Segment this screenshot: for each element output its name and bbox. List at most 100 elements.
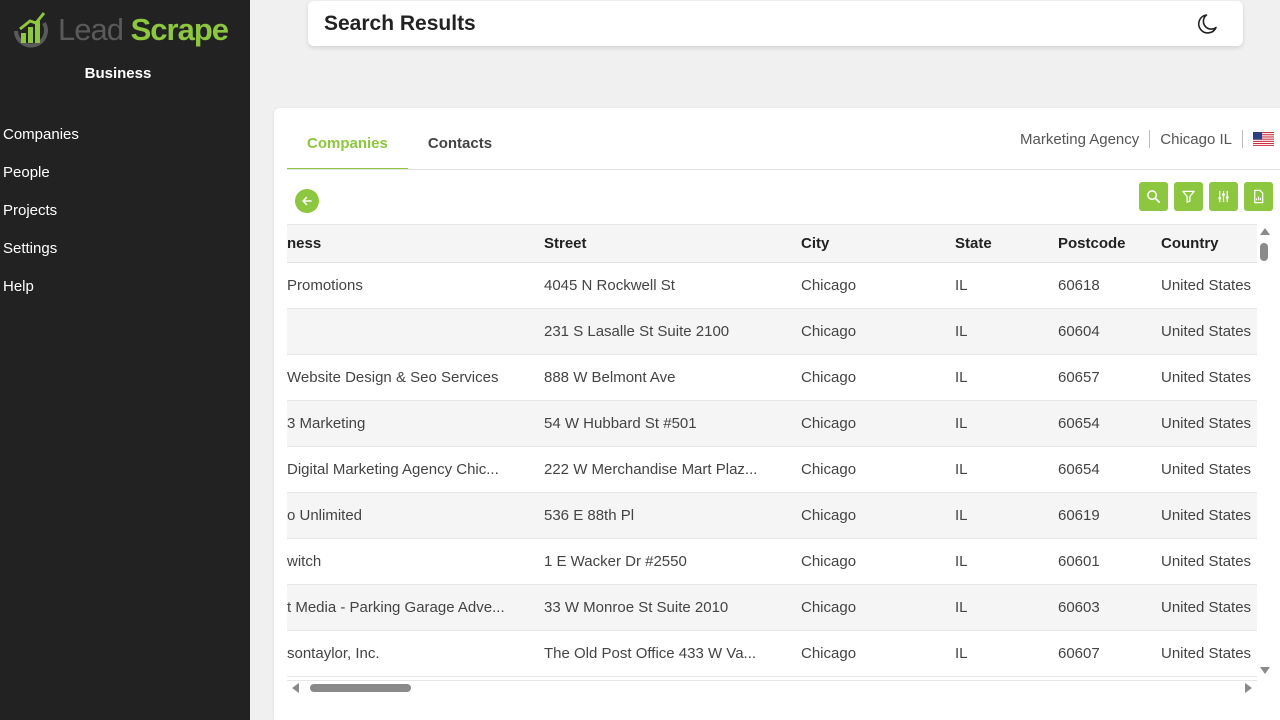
cell-state: IL: [955, 553, 968, 570]
column-header-city[interactable]: City: [801, 225, 941, 263]
search-button[interactable]: [1139, 182, 1168, 211]
sidebar-item-settings[interactable]: Settings: [0, 238, 250, 276]
cell-postcode: 60601: [1058, 553, 1100, 570]
tab-companies[interactable]: Companies: [287, 126, 408, 170]
table-row[interactable]: t Media - Parking Garage Adve... 33 W Mo…: [287, 585, 1257, 631]
result-tabs: Companies Contacts: [287, 126, 512, 170]
cell-country: United States: [1161, 553, 1252, 570]
logo-chart-icon: [14, 12, 48, 48]
cell-postcode: 60657: [1058, 369, 1100, 386]
cell-city: Chicago: [801, 415, 857, 432]
cell-city: Chicago: [801, 645, 857, 662]
results-table: ness Street City State Postcode Country …: [287, 224, 1257, 680]
column-header-postcode[interactable]: Postcode: [1058, 225, 1148, 263]
cell-business: witch: [287, 553, 322, 570]
table-row[interactable]: 231 S Lasalle St Suite 2100 Chicago IL 6…: [287, 309, 1257, 355]
table-row[interactable]: 3 Marketing 54 W Hubbard St #501 Chicago…: [287, 401, 1257, 447]
table-row[interactable]: sontaylor, Inc. The Old Post Office 433 …: [287, 631, 1257, 677]
filter-button[interactable]: [1174, 182, 1203, 211]
cell-street: 54 W Hubbard St #501: [544, 415, 697, 432]
columns-button[interactable]: [1209, 182, 1238, 211]
cell-business: [287, 309, 527, 355]
cell-state: IL: [955, 599, 968, 616]
tab-contacts[interactable]: Contacts: [408, 126, 512, 170]
logo-lead-text: Lead: [58, 12, 124, 47]
cell-street: 33 W Monroe St Suite 2010: [544, 599, 729, 616]
cell-city: Chicago: [801, 461, 857, 478]
horizontal-scrollbar[interactable]: [287, 680, 1257, 694]
us-flag-icon: [1253, 132, 1274, 146]
cell-business: t Media - Parking Garage Adve...: [287, 599, 505, 616]
cell-country: United States: [1161, 645, 1252, 662]
cell-street: 536 E 88th Pl: [544, 507, 635, 524]
table-row[interactable]: Website Design & Seo Services 888 W Belm…: [287, 355, 1257, 401]
cell-postcode: 60619: [1058, 507, 1100, 524]
sidebar-item-help[interactable]: Help: [0, 276, 250, 314]
cell-street: 222 W Merchandise Mart Plaz...: [544, 461, 758, 478]
table-row[interactable]: witch 1 E Wacker Dr #2550 Chicago IL 606…: [287, 539, 1257, 585]
criteria-divider: [1149, 130, 1151, 148]
cell-street: 888 W Belmont Ave: [544, 369, 676, 386]
sidebar: Lead Scrape Business Companies People Pr…: [0, 0, 250, 720]
page-title: Search Results: [324, 12, 476, 35]
cell-city: Chicago: [801, 507, 857, 524]
cell-state: IL: [955, 645, 968, 662]
sidebar-item-people[interactable]: People: [0, 162, 250, 200]
column-header-street[interactable]: Street: [544, 225, 774, 263]
criteria-location: Chicago IL: [1160, 130, 1232, 148]
cell-street: 231 S Lasalle St Suite 2100: [544, 323, 730, 340]
cell-postcode: 60654: [1058, 415, 1100, 432]
column-header-state[interactable]: State: [955, 225, 1045, 263]
vertical-scrollbar[interactable]: [1257, 224, 1271, 680]
cell-postcode: 60604: [1058, 323, 1100, 340]
table-header: ness Street City State Postcode Country: [287, 225, 1257, 263]
sidebar-nav: Companies People Projects Settings Help: [0, 124, 250, 314]
cell-state: IL: [955, 323, 968, 340]
back-button[interactable]: [295, 189, 319, 213]
cell-country: United States: [1161, 277, 1252, 294]
cell-business: o Unlimited: [287, 507, 363, 524]
scroll-down-icon[interactable]: [1260, 667, 1270, 674]
search-icon: [1147, 190, 1160, 203]
arrow-left-icon: [302, 196, 312, 206]
horizontal-scroll-thumb[interactable]: [310, 684, 411, 692]
sidebar-item-projects[interactable]: Projects: [0, 200, 250, 238]
cell-country: United States: [1161, 599, 1252, 616]
results-panel: Companies Contacts Marketing Agency Chic…: [274, 108, 1280, 720]
cell-city: Chicago: [801, 277, 857, 294]
search-criteria: Marketing Agency Chicago IL: [1020, 130, 1274, 148]
tabs-divider: [287, 169, 1280, 170]
column-header-country[interactable]: Country: [1161, 225, 1257, 263]
cell-business: Website Design & Seo Services: [287, 369, 499, 386]
column-header-business[interactable]: ness: [287, 225, 527, 263]
filter-icon: [1182, 190, 1195, 203]
cell-city: Chicago: [801, 369, 857, 386]
scroll-right-icon[interactable]: [1245, 683, 1252, 693]
columns-icon: [1218, 190, 1229, 203]
cell-street: 1 E Wacker Dr #2550: [544, 553, 687, 570]
cell-street: 4045 N Rockwell St: [544, 277, 675, 294]
cell-business: sontaylor, Inc.: [287, 645, 380, 662]
cell-postcode: 60603: [1058, 599, 1100, 616]
cell-city: Chicago: [801, 553, 857, 570]
table-row[interactable]: Digital Marketing Agency Chic... 222 W M…: [287, 447, 1257, 493]
logo-scrape-text: Scrape: [130, 12, 229, 47]
moon-icon[interactable]: [1196, 12, 1220, 36]
scroll-up-icon[interactable]: [1260, 228, 1270, 235]
cell-postcode: 60618: [1058, 277, 1100, 294]
table-row[interactable]: o Unlimited 536 E 88th Pl Chicago IL 606…: [287, 493, 1257, 539]
vertical-scroll-thumb[interactable]: [1260, 243, 1268, 261]
cell-postcode: 60607: [1058, 645, 1100, 662]
scroll-left-icon[interactable]: [292, 683, 299, 693]
cell-postcode: 60654: [1058, 461, 1100, 478]
export-icon: [1254, 189, 1264, 204]
cell-state: IL: [955, 415, 968, 432]
lead-scrape-logo[interactable]: Lead Scrape: [10, 6, 230, 54]
cell-country: United States: [1161, 415, 1252, 432]
cell-business: Digital Marketing Agency Chic...: [287, 461, 499, 478]
cell-city: Chicago: [801, 323, 857, 340]
export-button[interactable]: [1244, 182, 1273, 211]
cell-business: 3 Marketing: [287, 415, 366, 432]
table-row[interactable]: Promotions 4045 N Rockwell St Chicago IL…: [287, 263, 1257, 309]
sidebar-item-companies[interactable]: Companies: [0, 124, 250, 162]
